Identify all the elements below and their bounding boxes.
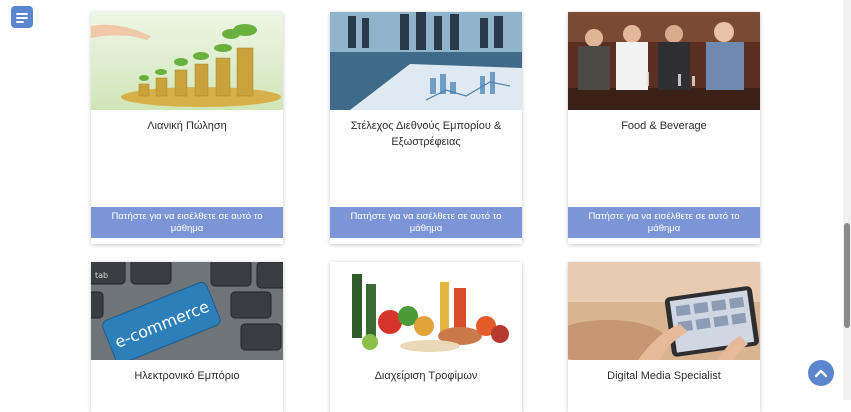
coins-plants-image[interactable]	[91, 12, 283, 110]
course-title: Ηλεκτρονικό Εμπόριο	[134, 370, 240, 382]
chevron-up-icon	[814, 369, 828, 378]
enter-course-button[interactable]: Πατήστε για να εισέλθετε σε αυτό το μάθη…	[330, 207, 522, 238]
restaurant-staff-image[interactable]	[568, 12, 760, 110]
course-title: Στέλεχος Διεθνούς Εμπορίου & Εξωστρέφεια…	[350, 120, 502, 148]
course-card-retail[interactable]: Λιανική Πώληση Πατήστε για να εισέλθετε …	[91, 12, 283, 244]
enter-course-button[interactable]: Πατήστε για να εισέλθετε σε αυτό το μάθη…	[568, 207, 760, 238]
course-title: Διαχείριση Τροφίμων	[374, 370, 478, 382]
svg-text:tab: tab	[95, 271, 108, 280]
menu-line	[16, 21, 24, 23]
groceries-image[interactable]	[330, 262, 522, 360]
course-card-international-trade[interactable]: Στέλεχος Διεθνούς Εμπορίου & Εξωστρέφεια…	[330, 12, 522, 244]
ecommerce-keyboard-image[interactable]: e-commerce tab	[91, 262, 283, 360]
enter-course-button[interactable]: Πατήστε για να εισέλθετε σε αυτό το μάθη…	[91, 207, 283, 238]
course-title: Food & Beverage	[621, 120, 707, 132]
menu-button[interactable]	[11, 6, 33, 28]
scrollbar-thumb[interactable]	[844, 223, 850, 328]
menu-lines-icon	[16, 13, 28, 15]
business-meeting-image[interactable]	[330, 12, 522, 110]
course-card-food-beverage[interactable]: Food & Beverage Πατήστε για να εισέλθετε…	[568, 12, 760, 244]
menu-line	[16, 17, 28, 19]
scroll-to-top-button[interactable]	[808, 360, 834, 386]
course-card-food-management[interactable]: Διαχείριση Τροφίμων	[330, 262, 522, 412]
course-card-ecommerce[interactable]: e-commerce tab Ηλεκτρονικό Εμπόριο	[91, 262, 283, 412]
course-title: Digital Media Specialist	[607, 370, 721, 382]
tablet-hands-image[interactable]	[568, 262, 760, 360]
course-title: Λιανική Πώληση	[147, 120, 227, 132]
scrollbar[interactable]	[843, 0, 851, 400]
course-card-digital-media[interactable]: Digital Media Specialist	[568, 262, 760, 412]
